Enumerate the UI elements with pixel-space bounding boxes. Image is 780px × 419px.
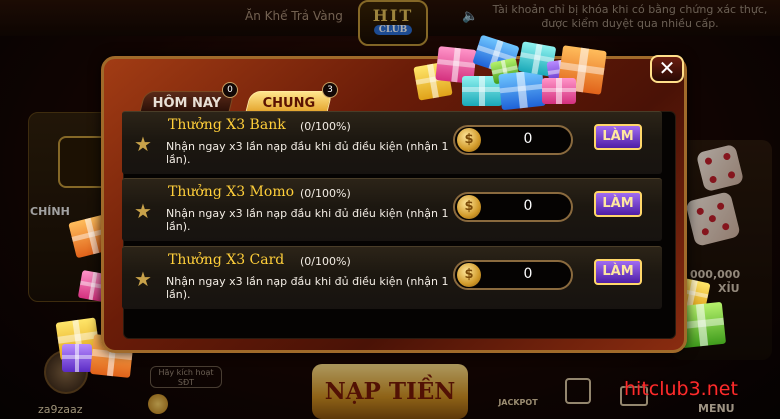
do-mission-button[interactable]: LÀM bbox=[594, 191, 642, 217]
tab-today[interactable]: HÔM NAY bbox=[139, 91, 235, 113]
gift-box-icon bbox=[62, 344, 92, 372]
mission-title: Thưởng X3 Bank bbox=[168, 117, 286, 133]
mission-description: Nhận ngay x3 lần nạp đầu khi đủ điều kiệ… bbox=[166, 140, 449, 166]
close-button[interactable]: ✕ bbox=[650, 55, 684, 83]
do-mission-button[interactable]: LÀM bbox=[594, 259, 642, 285]
tab-general[interactable]: CHUNG bbox=[245, 91, 333, 113]
coin-icon: $ bbox=[457, 263, 481, 287]
mission-progress: (0/100%) bbox=[300, 120, 351, 133]
reward-amount: 0 bbox=[523, 131, 533, 147]
mission-description: Nhận ngay x3 lần nạp đầu khi đủ điều kiệ… bbox=[166, 207, 449, 233]
mission-row: ★ Thưởng X3 Card (0/100%) Nhận ngay x3 l… bbox=[122, 246, 662, 309]
reward-amount: 0 bbox=[523, 266, 533, 282]
mission-progress: (0/100%) bbox=[300, 255, 351, 268]
gift-box-icon bbox=[542, 78, 576, 104]
star-icon: ★ bbox=[134, 267, 152, 291]
mission-row: ★ Thưởng X3 Bank (0/100%) Nhận ngay x3 l… bbox=[122, 111, 662, 174]
gift-box-icon bbox=[498, 69, 546, 111]
reward-box: $ 0 bbox=[453, 260, 573, 290]
mission-progress: (0/100%) bbox=[300, 187, 351, 200]
reward-box: $ 0 bbox=[453, 125, 573, 155]
mission-row: ★ Thưởng X3 Momo (0/100%) Nhận ngay x3 l… bbox=[122, 178, 662, 241]
reward-amount: 0 bbox=[523, 198, 533, 214]
mission-title: Thưởng X3 Momo bbox=[168, 184, 295, 200]
star-icon: ★ bbox=[134, 199, 152, 223]
site-watermark: hitclub3.net bbox=[624, 378, 738, 400]
do-mission-button[interactable]: LÀM bbox=[594, 124, 642, 150]
coin-icon: $ bbox=[457, 195, 481, 219]
mission-description: Nhận ngay x3 lần nạp đầu khi đủ điều kiệ… bbox=[166, 275, 449, 301]
mission-title: Thưởng X3 Card bbox=[168, 252, 285, 268]
reward-box: $ 0 bbox=[453, 192, 573, 222]
star-icon: ★ bbox=[134, 132, 152, 156]
tab-today-badge: 0 bbox=[222, 82, 238, 98]
tab-general-badge: 3 bbox=[322, 82, 338, 98]
coin-icon: $ bbox=[457, 128, 481, 152]
